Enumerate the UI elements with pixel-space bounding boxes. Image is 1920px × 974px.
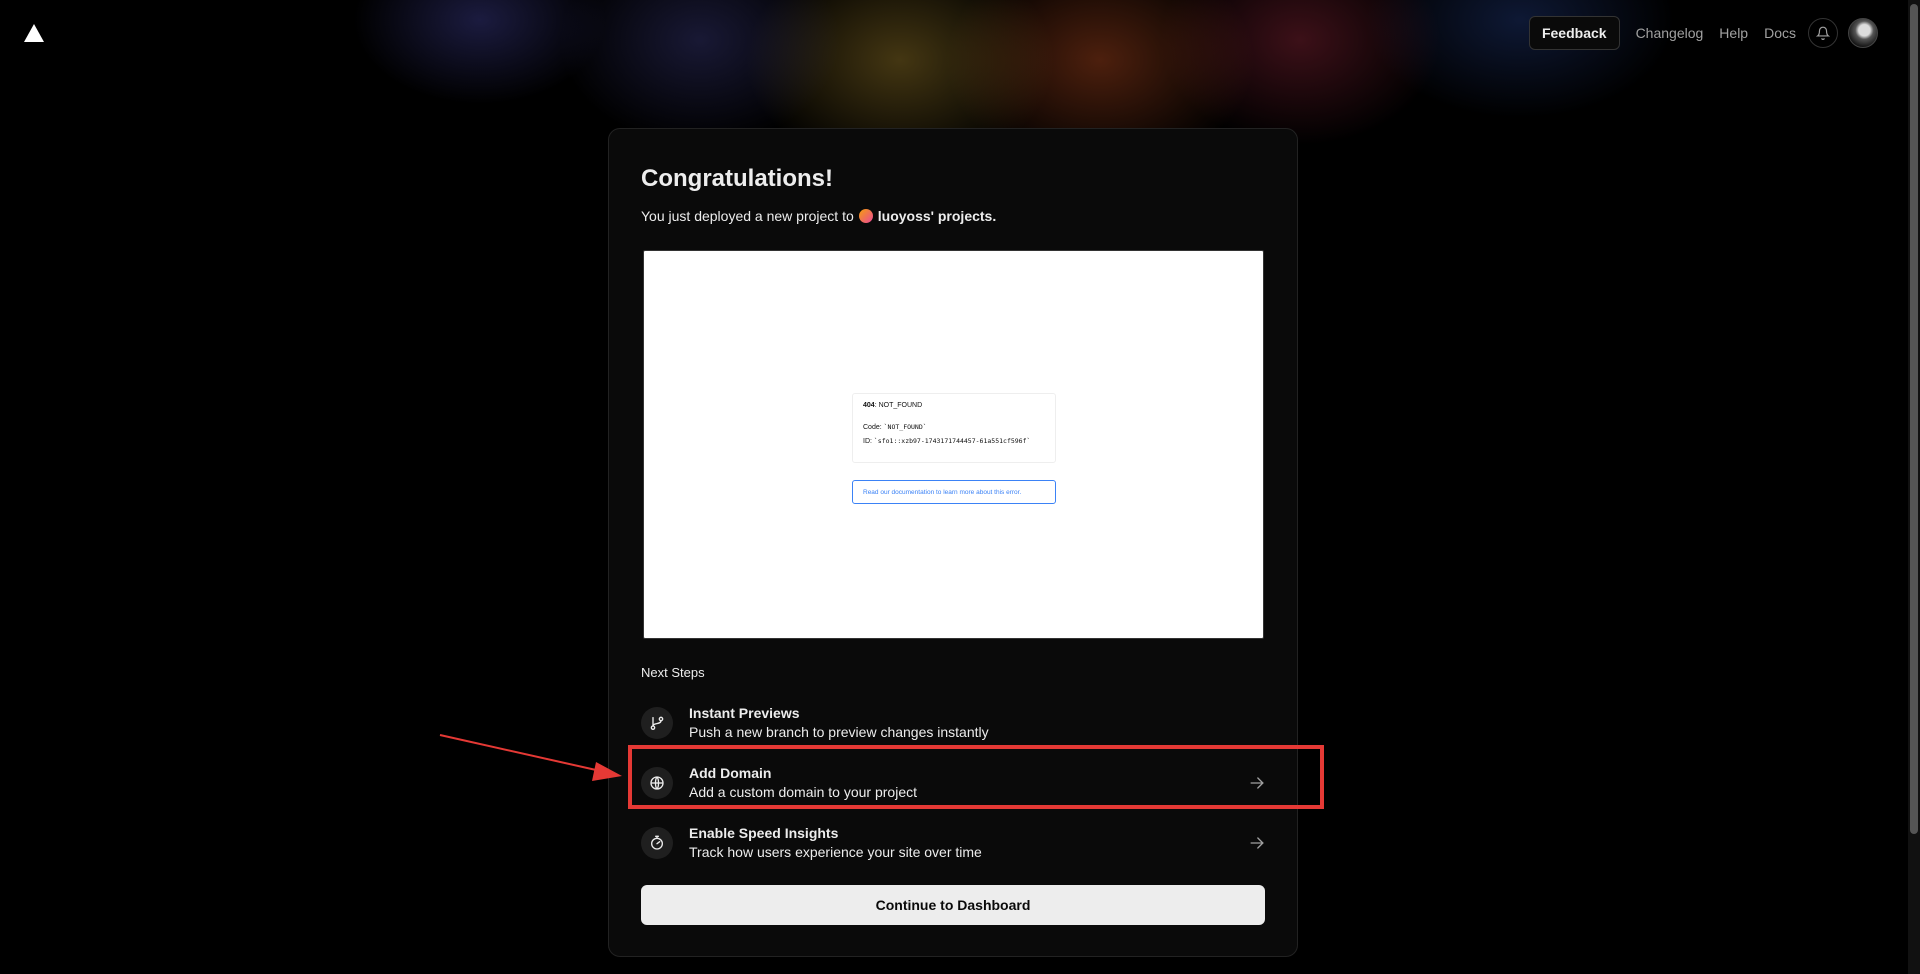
bell-icon	[1816, 26, 1830, 40]
subtitle-text: You just deployed a new project to	[641, 208, 854, 224]
arrow-right-icon	[1250, 837, 1264, 849]
step-description: Track how users experience your site ove…	[689, 844, 982, 860]
code-label: Code:	[863, 424, 884, 431]
globe-icon	[641, 767, 673, 799]
step-add-domain[interactable]: Add Domain Add a custom domain to your p…	[641, 757, 1267, 809]
speed-gauge-icon	[641, 827, 673, 859]
nav-link-help[interactable]: Help	[1719, 25, 1748, 41]
nav-link-docs[interactable]: Docs	[1764, 25, 1796, 41]
continue-to-dashboard-button[interactable]: Continue to Dashboard	[641, 885, 1265, 925]
page-scrollbar[interactable]	[1908, 0, 1920, 974]
step-description: Push a new branch to preview changes ins…	[689, 724, 989, 740]
top-nav: Feedback Changelog Help Docs	[1528, 16, 1878, 50]
deploy-success-card: Congratulations! You just deployed a new…	[608, 128, 1298, 957]
step-title: Add Domain	[689, 765, 772, 781]
error-docs-link[interactable]: Read our documentation to learn more abo…	[852, 480, 1056, 504]
error-name: : NOT_FOUND	[874, 402, 923, 409]
nav-link-changelog[interactable]: Changelog	[1636, 25, 1704, 41]
team-name: luoyoss' projects.	[877, 208, 997, 224]
scrollbar-thumb[interactable]	[1910, 4, 1918, 834]
feedback-button[interactable]: Feedback	[1528, 16, 1620, 50]
step-instant-previews[interactable]: Instant Previews Push a new branch to pr…	[641, 697, 1267, 749]
id-value: `sfo1::xzb97-1743171744457-61a551cf596f`	[873, 437, 1031, 445]
vercel-logo-icon[interactable]	[24, 24, 44, 42]
step-title: Enable Speed Insights	[689, 825, 839, 841]
error-box: 404: NOT_FOUND Code: `NOT_FOUND` ID: `sf…	[852, 393, 1056, 463]
step-title: Instant Previews	[689, 705, 800, 721]
arrow-right-icon	[1250, 777, 1264, 789]
error-id-line: ID: `sfo1::xzb97-1743171744457-61a551cf5…	[863, 437, 1045, 445]
error-code: 404	[863, 402, 875, 409]
step-speed-insights[interactable]: Enable Speed Insights Track how users ex…	[641, 817, 1267, 869]
page-title: Congratulations!	[641, 165, 833, 192]
team-avatar-icon	[858, 209, 873, 223]
git-branch-icon	[641, 707, 673, 739]
id-label: ID:	[863, 438, 874, 445]
deploy-subtitle: You just deployed a new project to luoyo…	[641, 208, 996, 224]
error-code-line: Code: `NOT_FOUND`	[863, 423, 1045, 431]
code-value: `NOT_FOUND`	[883, 423, 927, 431]
error-heading: 404: NOT_FOUND	[863, 402, 1045, 409]
deployment-preview[interactable]: 404: NOT_FOUND Code: `NOT_FOUND` ID: `sf…	[643, 250, 1264, 639]
avatar[interactable]	[1848, 18, 1878, 48]
step-description: Add a custom domain to your project	[689, 784, 918, 800]
next-steps-heading: Next Steps	[641, 665, 705, 680]
notifications-button[interactable]	[1808, 18, 1838, 48]
